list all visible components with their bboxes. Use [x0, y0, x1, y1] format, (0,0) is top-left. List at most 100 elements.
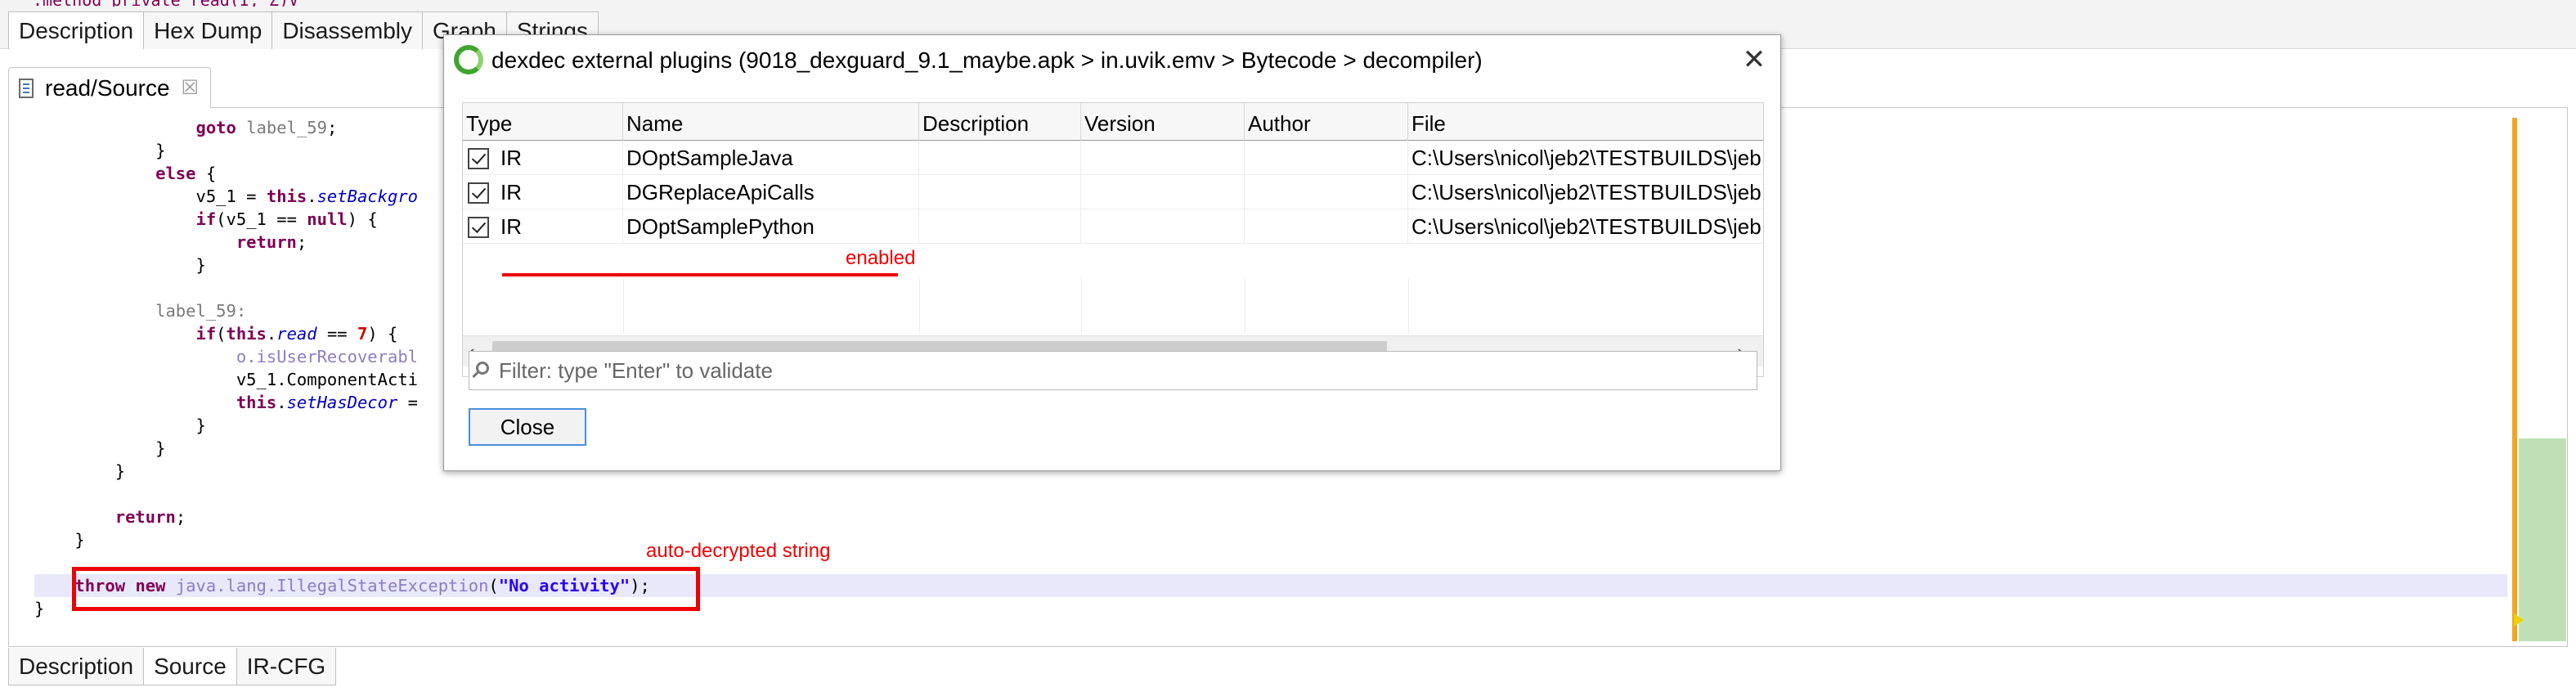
- annotation-label-enabled: enabled: [846, 247, 916, 269]
- code-token: if: [195, 209, 217, 229]
- code-token: (v5_1 ==: [216, 209, 307, 229]
- editor-tab-title: read/Source: [45, 74, 170, 101]
- column-header-description[interactable]: Description: [919, 103, 1081, 141]
- empty-grid-line: [919, 278, 920, 334]
- code-token: ) {: [367, 324, 398, 344]
- editor-tab-close-icon[interactable]: ☒: [182, 76, 200, 100]
- code-line: }: [34, 414, 206, 437]
- code-line: }: [34, 597, 44, 620]
- column-header-type[interactable]: Type: [463, 103, 623, 141]
- code-token: }: [34, 461, 126, 481]
- code-token: }: [34, 255, 206, 275]
- cell-name: DOptSampleJava: [623, 141, 919, 175]
- tab-source[interactable]: Source: [143, 648, 237, 685]
- dialog-close-icon[interactable]: ✕: [1736, 42, 1772, 78]
- empty-grid-line: [623, 278, 624, 334]
- plugin-table: Type Name Description Version Author Fil…: [462, 102, 1764, 377]
- code-line: goto label_59;: [34, 116, 337, 139]
- code-token: .: [276, 393, 287, 412]
- cell-description: [919, 209, 1081, 244]
- column-header-author[interactable]: Author: [1245, 103, 1408, 141]
- cell-version: [1081, 141, 1245, 175]
- dialog-titlebar: dexdec external plugins (9018_dexguard_9…: [444, 35, 1780, 84]
- tab-ir-cfg[interactable]: IR-CFG: [236, 648, 337, 685]
- column-header-file[interactable]: File: [1408, 103, 1763, 141]
- code-line: return;: [34, 231, 307, 254]
- code-line: v5_1.ComponentActi: [34, 368, 418, 391]
- code-token: .: [307, 186, 317, 206]
- filter-input[interactable]: [499, 355, 1742, 386]
- column-header-name[interactable]: Name: [623, 103, 919, 141]
- code-line: }: [34, 437, 165, 460]
- code-token: ;: [326, 118, 338, 137]
- code-token: .: [266, 324, 277, 344]
- code-token: (: [216, 324, 227, 344]
- code-token: }: [34, 599, 45, 618]
- source-file-icon: [19, 78, 34, 98]
- table-row[interactable]: IR DOptSampleJava C:\Users\nicol\jeb2\TE…: [463, 141, 1763, 175]
- empty-grid-line: [1408, 278, 1409, 334]
- cell-description: [919, 175, 1081, 209]
- jeb-logo-icon: [454, 45, 483, 74]
- ruler-arrow-icon: [2514, 613, 2524, 627]
- cell-version: [1081, 175, 1245, 209]
- overview-ruler-bar: [2512, 118, 2517, 641]
- cell-author: [1245, 209, 1408, 244]
- dialog-title: dexdec external plugins (9018_dexguard_9…: [491, 47, 1483, 73]
- tab-description-top[interactable]: Description: [8, 11, 145, 49]
- cell-description: [919, 141, 1081, 175]
- cell-file: C:\Users\nicol\jeb2\TESTBUILDS\jeb: [1411, 214, 1761, 239]
- table-row[interactable]: IR DGReplaceApiCalls C:\Users\nicol\jeb2…: [463, 175, 1763, 209]
- tab-description[interactable]: Description: [8, 648, 145, 685]
- cell-file: C:\Users\nicol\jeb2\TESTBUILDS\jeb: [1411, 180, 1761, 204]
- code-token: goto: [195, 118, 236, 137]
- annotation-box-decrypted-string: [72, 567, 700, 611]
- code-token: ) {: [347, 209, 378, 229]
- column-header-version[interactable]: Version: [1081, 103, 1245, 141]
- code-token: ;: [296, 232, 307, 252]
- code-token: return: [236, 232, 297, 252]
- code-token: setHasDecor: [286, 393, 398, 412]
- table-header: Type Name Description Version Author Fil…: [463, 103, 1763, 141]
- tab-disassembly[interactable]: Disassembly: [272, 11, 424, 49]
- cell-type: IR: [463, 175, 623, 209]
- code-token: }: [34, 416, 206, 435]
- annotation-underline-enabled: [502, 273, 898, 276]
- overview-ruler[interactable]: [2519, 118, 2566, 641]
- code-line: }: [34, 139, 165, 162]
- cell-type: IR: [463, 141, 623, 175]
- cell-type: IR: [463, 209, 623, 244]
- code-line: }: [34, 254, 206, 276]
- code-token: }: [34, 438, 166, 458]
- search-icon: [476, 362, 489, 375]
- editor-tab-read-source[interactable]: read/Source ☒: [8, 67, 212, 108]
- code-token: =: [397, 393, 419, 412]
- code-token: v5_1.ComponentActi: [34, 370, 418, 389]
- overview-ruler-visible-region[interactable]: [2519, 438, 2566, 641]
- code-token: setBackgro: [316, 186, 419, 206]
- code-token: null: [307, 209, 348, 229]
- cell-version: [1081, 209, 1245, 244]
- code-token: label_59: [246, 118, 327, 137]
- bottom-tab-bar: Description Source IR-CFG: [8, 648, 337, 685]
- close-button[interactable]: Close: [469, 408, 586, 446]
- code-token: 7: [357, 324, 368, 344]
- code-token: this: [226, 324, 267, 344]
- filter-box[interactable]: [469, 351, 1757, 390]
- cell-author: [1245, 175, 1408, 209]
- tab-hex-dump[interactable]: Hex Dump: [143, 11, 273, 49]
- cell-author: [1245, 141, 1408, 175]
- code-token: label_59:: [155, 301, 247, 321]
- table-row[interactable]: IR DOptSamplePython C:\Users\nicol\jeb2\…: [463, 209, 1763, 244]
- external-plugins-dialog: dexdec external plugins (9018_dexguard_9…: [443, 34, 1781, 471]
- code-line: o.isUserRecoverabl: [34, 345, 418, 368]
- code-token: return: [114, 507, 176, 527]
